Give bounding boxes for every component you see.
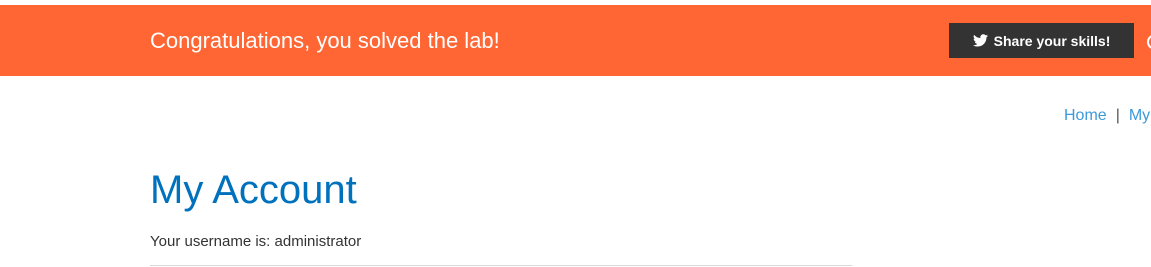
username-text: Your username is: administrator: [150, 233, 362, 250]
share-button-label: Share your skills!: [993, 32, 1111, 49]
header-nav: Home | My: [1064, 106, 1150, 126]
partial-circle-icon: [1147, 35, 1151, 49]
page-title: My Account: [150, 168, 357, 212]
nav-separator: |: [1115, 107, 1120, 124]
nav-home-link[interactable]: Home: [1064, 107, 1107, 124]
share-skills-button[interactable]: Share your skills!: [949, 23, 1134, 58]
divider: [150, 265, 852, 266]
banner-title: Congratulations, you solved the lab!: [150, 28, 500, 53]
twitter-bird-icon: [972, 34, 988, 47]
lab-solved-banner: Congratulations, you solved the lab! Sha…: [0, 5, 1151, 76]
nav-my-account-link[interactable]: My: [1129, 107, 1150, 124]
